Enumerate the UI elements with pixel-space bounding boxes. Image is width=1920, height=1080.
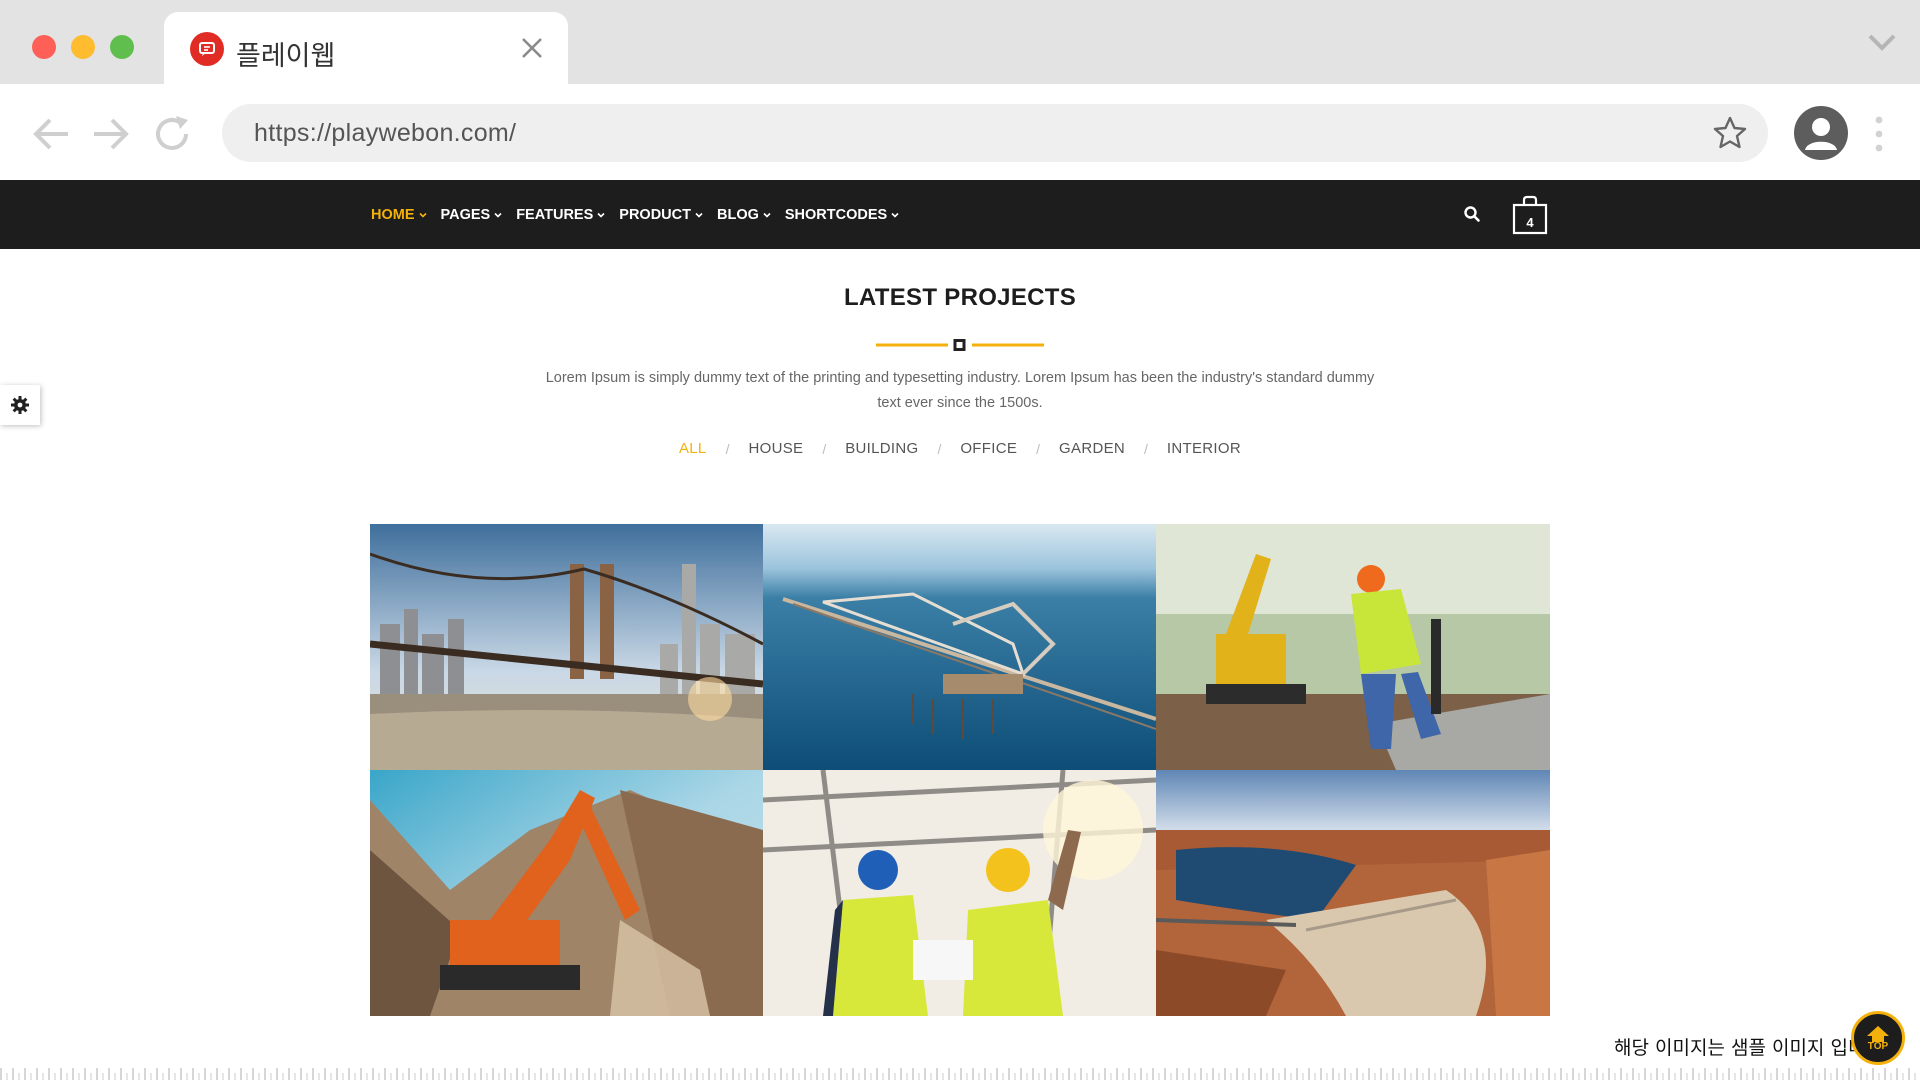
back-arrow-icon[interactable]: [30, 112, 74, 156]
close-tab-icon[interactable]: [516, 32, 548, 64]
url-text[interactable]: https://playwebon.com/: [254, 119, 516, 148]
filter-separator: /: [822, 440, 827, 457]
bookmark-star-icon[interactable]: [1712, 115, 1748, 151]
project-tile-engineers[interactable]: [763, 770, 1156, 1016]
section-title: LATEST PROJECTS: [843, 284, 1077, 311]
title-divider: [876, 339, 1044, 351]
forward-arrow-icon[interactable]: [88, 112, 132, 156]
project-tile-dam[interactable]: [1156, 770, 1550, 1016]
gear-icon: [11, 396, 29, 414]
site-navbar: HOME PAGES FEATURES PRODUCT BLOG SHORTCO…: [0, 180, 1920, 249]
filter-building[interactable]: BUILDING: [845, 440, 918, 457]
construction-worker-photo: [1156, 524, 1550, 770]
engineers-photo: [763, 770, 1156, 1016]
filter-house[interactable]: HOUSE: [748, 440, 803, 457]
chevron-down-icon: [891, 212, 899, 218]
excavator-photo: [370, 770, 763, 1016]
filter-all[interactable]: ALL: [679, 440, 707, 457]
browser-tabstrip: 플레이웹: [0, 0, 1920, 84]
nav-item-blog[interactable]: BLOG: [717, 207, 771, 223]
nav-item-shortcodes[interactable]: SHORTCODES: [785, 207, 899, 223]
tab-title: 플레이웹: [236, 41, 336, 72]
chevron-down-icon: [597, 212, 605, 218]
dam-photo: [1156, 770, 1550, 1016]
ruler-decoration: [0, 1062, 1920, 1080]
bridge-city-photo: [370, 524, 763, 770]
project-tile-excavator[interactable]: [370, 770, 763, 1016]
project-tile-bridge[interactable]: [370, 524, 763, 770]
top-label: TOP: [1867, 1040, 1889, 1052]
minimize-window-button[interactable]: [71, 35, 95, 59]
chevron-down-icon: [695, 212, 703, 218]
cart-button[interactable]: 4: [1512, 195, 1548, 235]
main-menu: HOME PAGES FEATURES PRODUCT BLOG SHORTCO…: [371, 180, 913, 249]
chevron-down-icon[interactable]: [1866, 30, 1898, 54]
profile-avatar-icon[interactable]: [1794, 106, 1848, 160]
project-tile-worker[interactable]: [1156, 524, 1550, 770]
filter-interior[interactable]: INTERIOR: [1167, 440, 1241, 457]
nav-item-features[interactable]: FEATURES: [516, 207, 605, 223]
nav-item-home[interactable]: HOME: [371, 207, 427, 223]
reload-icon[interactable]: [150, 112, 194, 156]
filter-separator: /: [937, 440, 942, 457]
browser-toolbar: https://playwebon.com/: [0, 84, 1920, 180]
section-description: Lorem Ipsum is simply dummy text of the …: [545, 370, 1375, 411]
filter-separator: /: [1144, 440, 1148, 457]
scroll-to-top-button[interactable]: TOP: [1851, 1011, 1905, 1065]
project-tile-pier[interactable]: [763, 524, 1156, 770]
filter-separator: /: [725, 440, 730, 457]
site-favicon-icon: [190, 32, 224, 66]
sea-pier-photo: [763, 524, 1156, 770]
filter-office[interactable]: OFFICE: [960, 440, 1017, 457]
filter-garden[interactable]: GARDEN: [1059, 440, 1125, 457]
maximize-window-button[interactable]: [110, 35, 134, 59]
project-filter-bar: ALL / HOUSE / BUILDING / OFFICE / GARDEN…: [0, 440, 1920, 457]
chevron-down-icon: [494, 212, 502, 218]
filter-separator: /: [1036, 440, 1041, 457]
sample-image-notice: 해당 이미지는 샘플 이미지 입니다: [1614, 1037, 1883, 1059]
search-icon[interactable]: [1463, 205, 1481, 223]
nav-item-product[interactable]: PRODUCT: [619, 207, 703, 223]
chevron-down-icon: [763, 212, 771, 218]
chevron-down-icon: [418, 212, 427, 218]
close-window-button[interactable]: [32, 35, 56, 59]
browser-menu-icon[interactable]: [1872, 114, 1886, 154]
browser-tab-active[interactable]: 플레이웹: [164, 12, 568, 84]
cart-count-badge: 4: [1526, 215, 1534, 230]
project-gallery: [370, 524, 1550, 1016]
nav-item-pages[interactable]: PAGES: [441, 207, 503, 223]
address-bar[interactable]: https://playwebon.com/: [222, 104, 1768, 162]
settings-panel-toggle[interactable]: [0, 385, 40, 425]
